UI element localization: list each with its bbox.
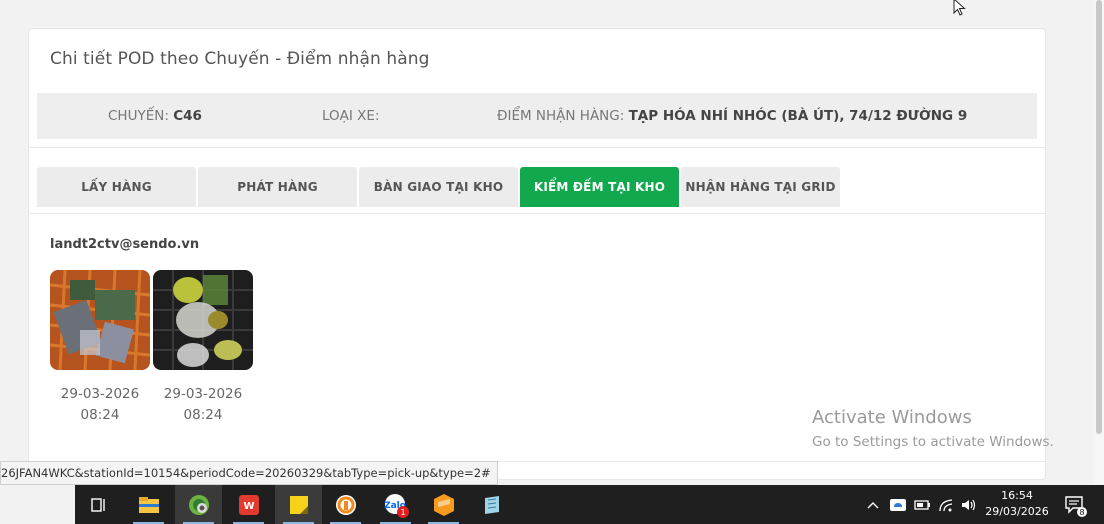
pod-photo-timestamp: 29-03-2026 08:24	[153, 384, 253, 426]
tab-delivery[interactable]: PHÁT HÀNG	[198, 167, 357, 207]
volume-icon[interactable]	[958, 485, 980, 524]
pod-photo-thumbnail[interactable]	[50, 270, 150, 370]
wps-office-icon[interactable]: W	[225, 485, 272, 524]
trip-value: C46	[173, 108, 202, 124]
tab-grid-receive[interactable]: NHẬN HÀNG TẠI GRID	[681, 167, 840, 207]
sublime-text-icon[interactable]	[420, 485, 467, 524]
cloud-sync-icon[interactable]	[887, 485, 909, 524]
photo-time: 08:24	[183, 407, 223, 423]
pod-user-email: landt2ctv@sendo.vn	[50, 237, 200, 252]
photo-time: 08:24	[80, 407, 120, 423]
task-view-icon[interactable]	[75, 485, 122, 524]
status-bar-url: 26JFAN4WKC&stationId=10154&periodCode=20…	[0, 461, 498, 485]
mouse-cursor-icon	[953, 0, 966, 16]
clock-time: 16:54	[1001, 489, 1033, 502]
windows-taskbar: W Zalo 1 16:54 29/03/2026 8	[0, 485, 1104, 524]
taskbar-blank-area	[0, 485, 75, 524]
vehicle-info: LOẠI XE:	[322, 108, 380, 124]
ultraviewer-icon[interactable]	[322, 485, 369, 524]
tab-warehouse-count[interactable]: KIỂM ĐẾM TẠI KHO	[520, 167, 679, 207]
zalo-badge: 1	[400, 508, 405, 517]
divider	[29, 147, 1045, 148]
pickup-info: ĐIỂM NHẬN HÀNG: TẠP HÓA NHÍ NHÓC (BÀ ÚT)…	[497, 108, 967, 124]
sticky-notes-icon[interactable]	[275, 485, 322, 524]
zalo-icon[interactable]: Zalo 1	[372, 485, 419, 524]
scrollbar-thumb[interactable]	[1096, 0, 1102, 434]
notification-count: 8	[1079, 508, 1084, 517]
file-explorer-icon[interactable]	[125, 485, 172, 524]
trip-info-bar: CHUYẾN: C46 LOẠI XE: ĐIỂM NHẬN HÀNG: TẠP…	[37, 93, 1037, 139]
page-scrollbar[interactable]	[1093, 0, 1104, 485]
trip-label: CHUYẾN:	[108, 108, 169, 124]
pod-photo-timestamp: 29-03-2026 08:24	[50, 384, 150, 426]
trip-info: CHUYẾN: C46	[108, 108, 202, 124]
photo-date: 29-03-2026	[60, 386, 140, 402]
svg-text:W: W	[243, 501, 254, 512]
vehicle-label: LOẠI XE:	[322, 108, 380, 124]
page-title: Chi tiết POD theo Chuyến - Điểm nhận hàn…	[50, 49, 430, 69]
browser-icon[interactable]	[175, 485, 222, 524]
clock-date: 29/03/2026	[985, 505, 1049, 518]
battery-icon[interactable]	[911, 485, 933, 524]
divider	[29, 213, 1045, 214]
activate-windows-subtitle: Go to Settings to activate Windows.	[812, 434, 1054, 450]
photo-date: 29-03-2026	[163, 386, 243, 402]
show-hidden-icons-chevron-icon[interactable]	[864, 485, 882, 524]
pickup-value: TẠP HÓA NHÍ NHÓC (BÀ ÚT), 74/12 ĐƯỜNG 9	[628, 108, 968, 124]
pod-photo-thumbnail[interactable]	[153, 270, 253, 370]
wifi-icon[interactable]	[935, 485, 957, 524]
tab-warehouse-handover[interactable]: BÀN GIAO TẠI KHO	[359, 167, 518, 207]
tab-pick-up[interactable]: LẤY HÀNG	[37, 167, 196, 207]
taskbar-clock[interactable]: 16:54 29/03/2026	[984, 488, 1050, 520]
activate-windows-title: Activate Windows	[812, 407, 972, 428]
notification-center-icon[interactable]: 8	[1060, 485, 1090, 524]
pickup-label: ĐIỂM NHẬN HÀNG:	[497, 108, 625, 124]
notepad-icon[interactable]	[468, 485, 515, 524]
